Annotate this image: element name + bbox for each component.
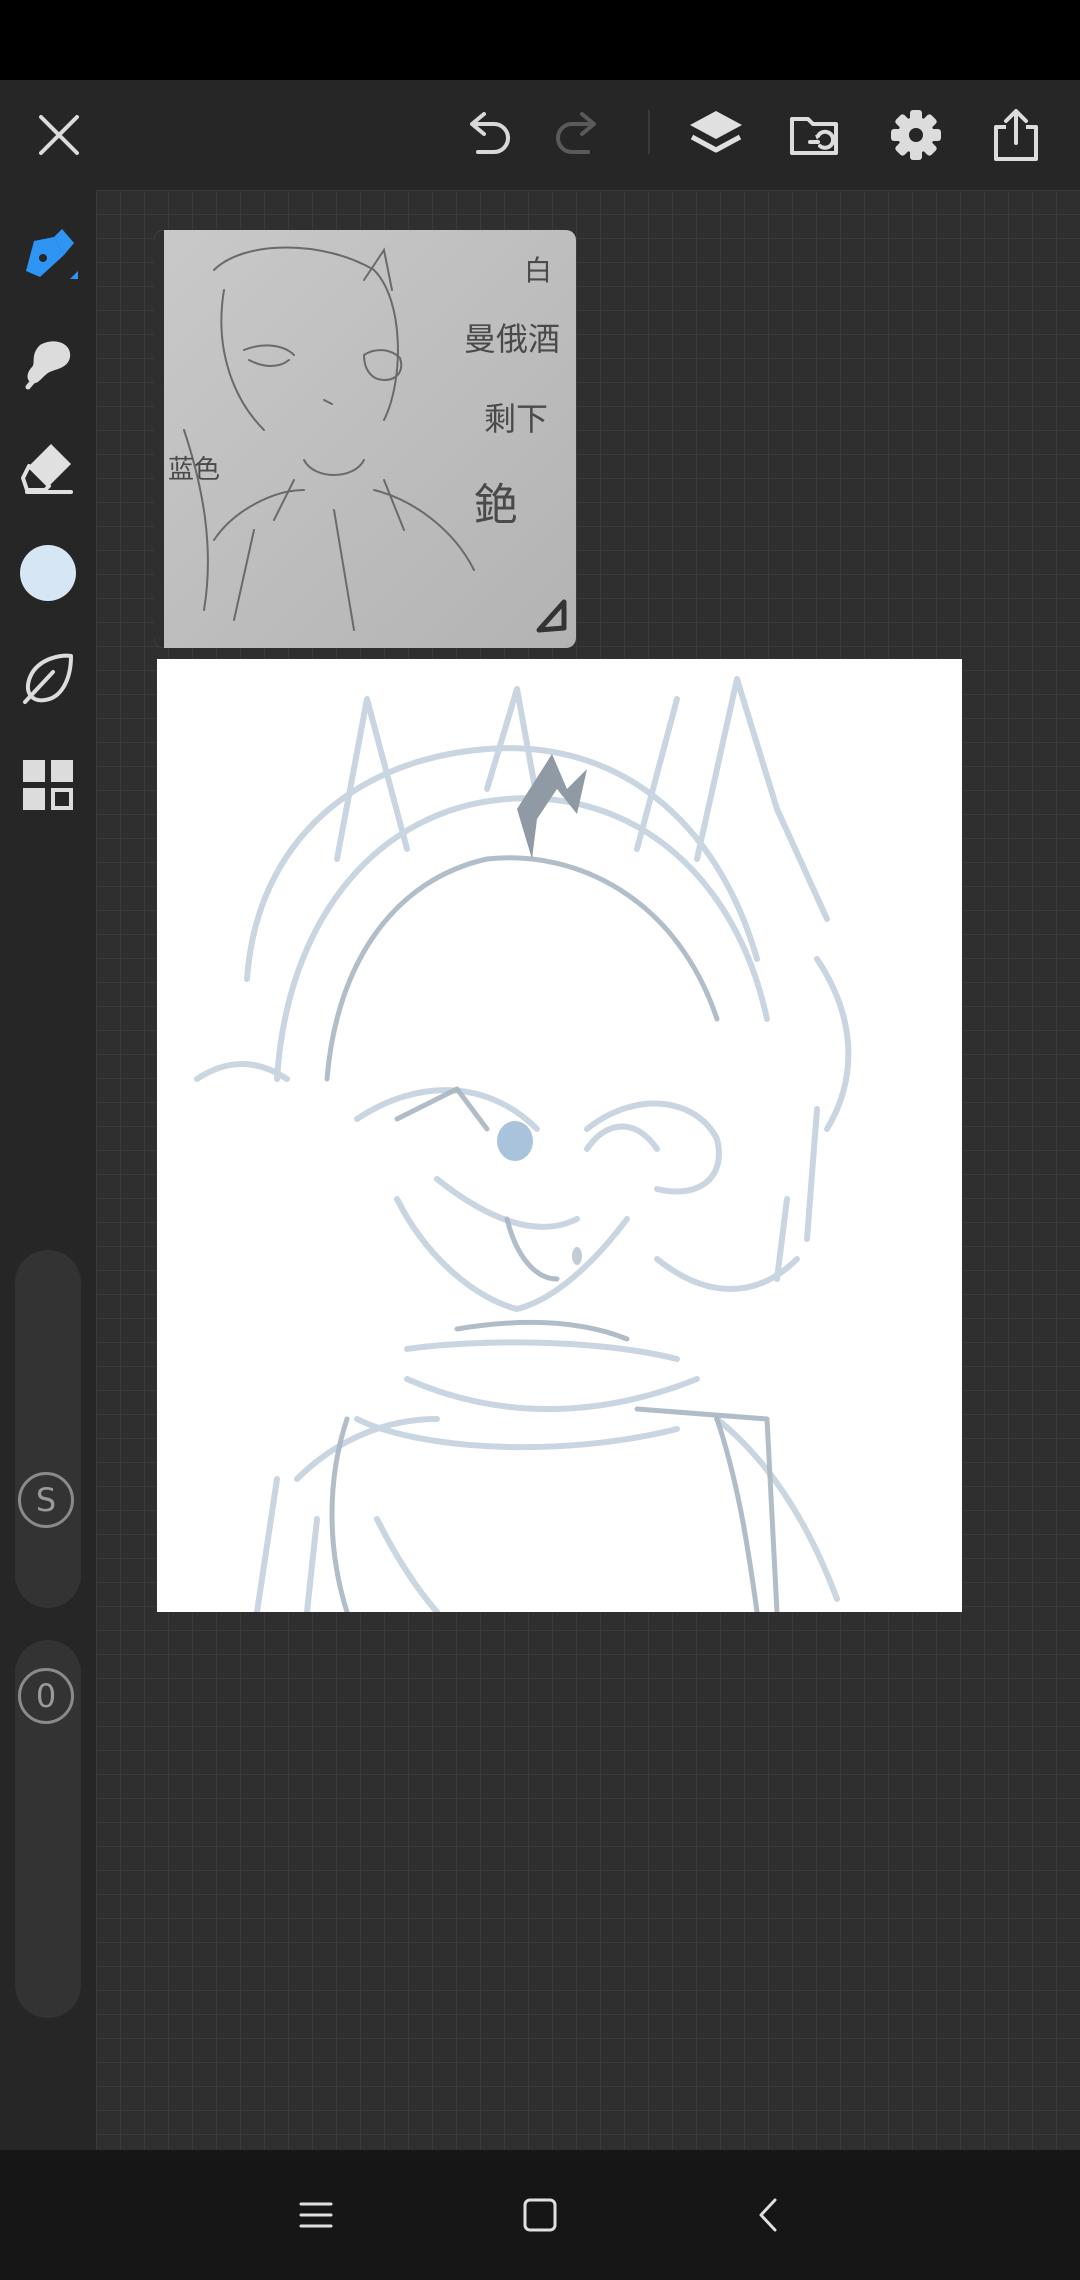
recent-apps-button[interactable] [256,2150,376,2280]
close-button[interactable] [14,80,104,190]
top-toolbar [0,80,1080,190]
gallery-icon [790,117,838,155]
layers-button[interactable] [671,80,761,190]
opacity-slider-label: 0 [18,1668,74,1724]
home-icon [523,2198,557,2232]
redo-icon [556,112,596,154]
smudge-tool-icon [25,341,71,390]
drawing-canvas[interactable] [157,659,962,1612]
nav-bar [0,2150,1080,2280]
layout-button[interactable] [0,740,96,830]
share-icon [994,109,1038,161]
close-icon [39,115,79,155]
status-bar [0,0,1080,80]
home-button[interactable] [480,2150,600,2280]
brush-tool-button[interactable] [0,212,96,302]
settings-button[interactable] [871,80,961,190]
reference-text-5: 蓝色 [168,455,220,485]
reference-text-3: 剩下 [484,400,548,438]
gallery-button[interactable] [771,80,861,190]
recent-apps-icon [299,2202,333,2228]
layers-icon [690,111,742,153]
brush-tool-icon [26,229,78,279]
color-swatch [20,545,76,601]
lasso-tool-button[interactable] [0,634,96,724]
redo-button[interactable] [533,80,623,190]
eraser-tool-button[interactable] [0,422,96,512]
reference-image[interactable]: 白 曼俄酒 剩下 銫 蓝色 [154,230,576,648]
reference-text-2: 曼俄酒 [464,320,560,358]
back-icon [759,2198,777,2232]
reference-text-4: 銫 [474,480,518,531]
settings-icon [891,110,941,160]
reference-text-1: 白 [524,254,552,287]
undo-button[interactable] [443,80,533,190]
back-button[interactable] [708,2150,828,2280]
toolbar-divider [648,110,650,154]
share-button[interactable] [971,80,1061,190]
color-button[interactable] [0,528,96,618]
size-slider-label: S [18,1472,74,1528]
lasso-tool-icon [23,653,73,704]
undo-icon [470,112,510,154]
eraser-tool-icon [21,444,73,494]
layout-icon [23,760,73,810]
size-slider[interactable] [15,1250,81,1608]
smudge-tool-button[interactable] [0,318,96,408]
